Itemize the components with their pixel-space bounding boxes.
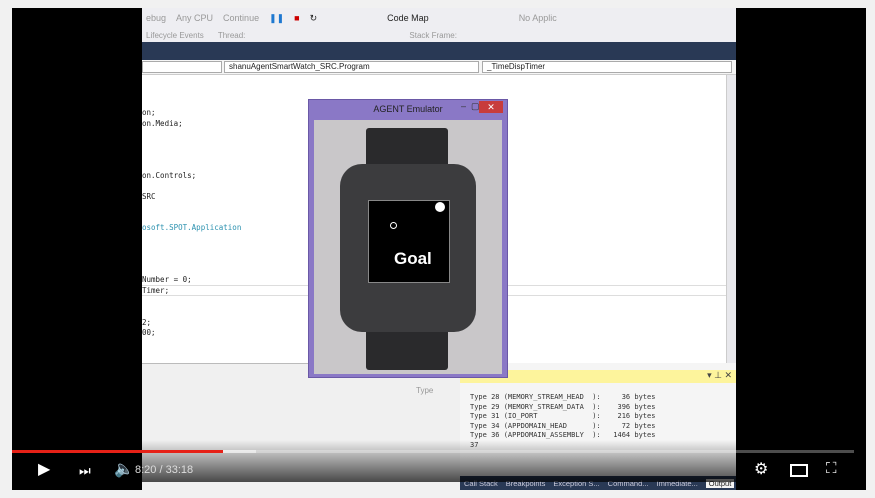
next-button[interactable]: ⏭ [79, 463, 91, 479]
toolbar-item: Continue [223, 13, 260, 23]
project-dropdown [142, 61, 222, 73]
code-line: on.Controls; [142, 171, 197, 180]
member-dropdown: _TimeDispTimer [482, 61, 732, 73]
goal-text: Goal [394, 249, 432, 268]
toolbar-item: Stack Frame: [409, 30, 457, 40]
volume-button[interactable]: 🔈 [114, 462, 134, 478]
ball-icon [435, 202, 445, 212]
column-header: Type [416, 386, 434, 395]
vs-toolbar-2: Lifecycle Events Thread: Stack Frame: [142, 28, 736, 42]
tab-band [142, 42, 736, 60]
editor-scrollbar [726, 75, 736, 363]
code-line: on; [142, 108, 156, 117]
stick-figure-icon [390, 222, 397, 229]
nav-bar: shanuAgentSmartWatch_SRC.Program _TimeDi… [142, 60, 736, 75]
progress-bar[interactable] [12, 450, 854, 453]
toolbar-item: No Applic [518, 13, 557, 23]
code-line: SRC [142, 192, 156, 201]
close-icon: ✕ [479, 101, 503, 113]
time-display: 8:20 / 33:18 [135, 464, 194, 476]
code-line: Number = 0; [142, 275, 192, 284]
toolbar-item: Lifecycle Events [146, 30, 204, 40]
class-dropdown: shanuAgentSmartWatch_SRC.Program [224, 61, 479, 73]
toolbar-item: Any CPU [176, 13, 214, 23]
code-line: 00; [142, 328, 156, 337]
emulator-window: AGENT Emulator – ▢ ✕ Goal [308, 99, 508, 378]
fullscreen-button[interactable]: ⛶ [826, 461, 837, 477]
minimize-maximize-icons: – ▢ [461, 101, 480, 111]
watch-image: Goal [314, 120, 502, 374]
toolbar-item: Code Map [387, 13, 429, 23]
vs-toolbar: ebug Any CPU Continue ❚❚ ■ ↻ Code Map No… [142, 8, 736, 28]
settings-button[interactable]: ⚙ [754, 462, 768, 478]
restart-icon: ↻ [309, 12, 318, 23]
toolbar-item: Thread: [217, 30, 246, 40]
pause-icon: ❚❚ [269, 12, 285, 23]
code-line: osoft.SPOT.Application [142, 223, 242, 232]
watch-screen: Goal [368, 200, 450, 283]
toolbar-item: ebug [146, 13, 167, 23]
code-line: on.Media; [142, 119, 183, 128]
theater-mode-button[interactable] [790, 464, 808, 477]
code-line: 2; [142, 318, 152, 327]
stop-icon: ■ [294, 13, 300, 23]
play-button[interactable]: ▶ [38, 462, 50, 478]
played-bar [12, 450, 223, 453]
